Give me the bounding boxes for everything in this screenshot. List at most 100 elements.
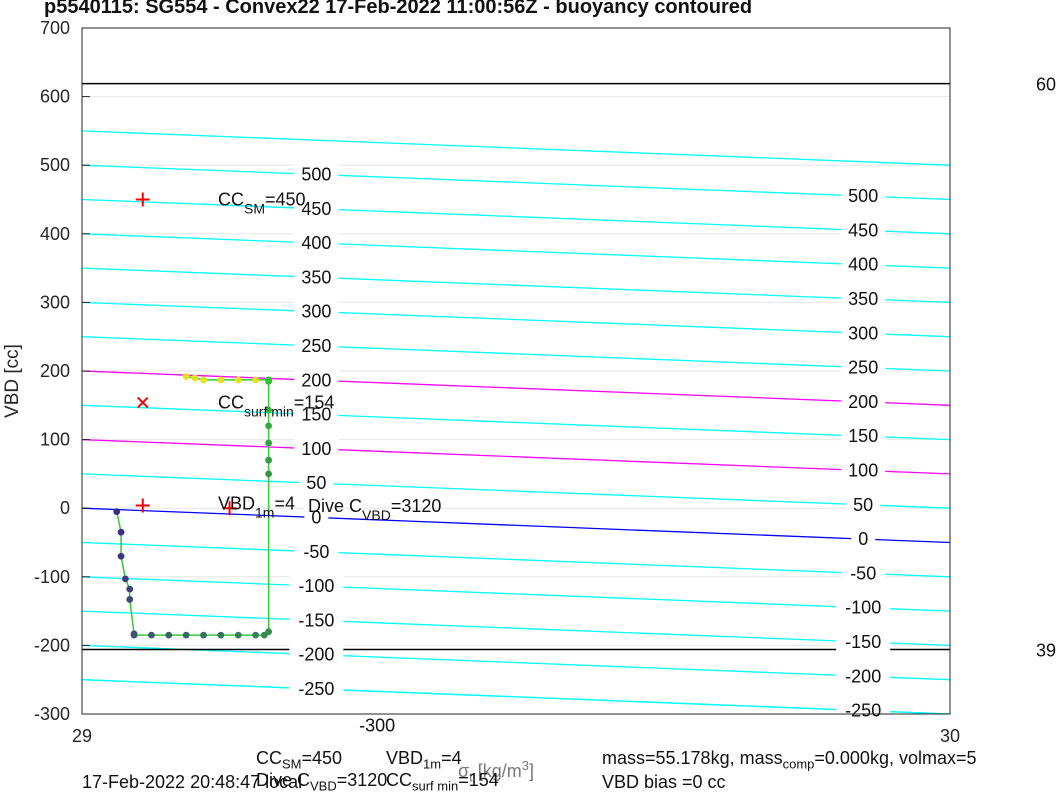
series-point xyxy=(234,631,242,639)
y-tick-label: 500 xyxy=(40,155,70,175)
marker-label-ccsm: CCSM=450 xyxy=(218,190,306,217)
contour-line xyxy=(82,370,950,406)
contour-label-right: 400 xyxy=(848,255,878,275)
chart-stage: p5540115: SG554 - Convex22 17-Feb-2022 1… xyxy=(0,0,1056,796)
footer-vbd1m: VBD1m=4 xyxy=(386,748,462,772)
contour-label-left: 50 xyxy=(306,473,326,493)
series-point xyxy=(117,528,125,536)
series-point xyxy=(265,470,273,478)
y-tick-label: 300 xyxy=(40,292,70,312)
limit-line-label: 60 xyxy=(1036,75,1056,95)
y-tick-label: -100 xyxy=(34,567,70,587)
contour-line xyxy=(82,713,99,714)
series-point xyxy=(265,456,273,464)
contour-label-left: 100 xyxy=(301,439,331,459)
contour-label-left: 450 xyxy=(301,199,331,219)
series-point xyxy=(217,376,225,384)
series-point xyxy=(265,376,273,384)
footer-dive-value: =3120 xyxy=(336,770,388,790)
contour-label-left: -200 xyxy=(298,645,334,665)
series-point xyxy=(265,439,273,447)
contour-line xyxy=(82,507,950,544)
footer-mass-value: =0.000kg, volmax=5 xyxy=(814,748,977,768)
x-tick-label: 30 xyxy=(940,726,960,746)
series-point xyxy=(113,508,121,516)
contour-label-left: 500 xyxy=(301,164,331,184)
series-point xyxy=(252,376,259,384)
footer-ccsurf-label: CC xyxy=(386,770,412,790)
contour-label-left: 250 xyxy=(301,336,331,356)
series-point xyxy=(234,376,242,384)
contour-line xyxy=(82,438,950,475)
limit-line-label: 39 xyxy=(1036,641,1056,661)
footer-ccsurf: CCsurf min=154 xyxy=(386,770,499,794)
series-point xyxy=(117,552,125,560)
contour-label-right: 200 xyxy=(848,392,878,412)
footer-dive-sub: VBD xyxy=(310,778,337,794)
series-point xyxy=(130,631,138,639)
series-point xyxy=(252,631,259,639)
series-point xyxy=(126,596,134,603)
series-point xyxy=(191,374,199,382)
footer-units-sup: 3 xyxy=(521,758,529,773)
footer-mass: mass=55.178kg, masscomp=0.000kg, volmax=… xyxy=(602,748,977,772)
y-tick-label: 400 xyxy=(40,224,70,244)
x-tick-label: 29 xyxy=(72,726,92,746)
contour-label-left: 350 xyxy=(301,267,331,287)
contour-label-right: 450 xyxy=(848,220,878,240)
y-tick-label: 700 xyxy=(40,18,70,38)
contour-label-right: -250 xyxy=(845,701,881,721)
contour-label-right: 500 xyxy=(848,186,878,206)
contour-label-right: 150 xyxy=(848,426,878,446)
contour-label-right: 300 xyxy=(848,323,878,343)
contour-label-left: 400 xyxy=(301,233,331,253)
contour-label-right: 100 xyxy=(848,460,878,480)
y-tick-label: -200 xyxy=(34,635,70,655)
y-tick-label: 200 xyxy=(40,361,70,381)
contour-line xyxy=(82,404,950,441)
series-point xyxy=(165,631,173,639)
footer-ccsm-label: CC xyxy=(256,748,282,768)
contour-line xyxy=(82,576,950,612)
marker-plus xyxy=(135,192,150,207)
contour-label-right: 350 xyxy=(848,289,878,309)
footer-ccsurf-value: =154 xyxy=(458,770,499,790)
contour-label-left: -250 xyxy=(298,679,334,699)
buoyancy-chart: 60 39 -300 -250 -200 -150 -100 -50 0 50 100 150 200… xyxy=(2,18,1056,746)
contour-line xyxy=(82,610,950,647)
contour-line xyxy=(82,198,950,235)
footer-dive-label: Dive C xyxy=(256,770,311,790)
contour-label-right: 0 xyxy=(858,529,868,549)
contour-line xyxy=(82,130,950,166)
y-axis-label: VBD [cc] xyxy=(2,344,23,418)
footer-dive: Dive CVBD=3120 xyxy=(256,770,387,794)
contour-line xyxy=(82,233,950,269)
footer-ccsm-value: =450 xyxy=(301,748,343,768)
series-point xyxy=(182,631,190,639)
contour-label-left: -150 xyxy=(298,610,334,630)
contour-line xyxy=(82,336,950,372)
contour-line xyxy=(82,644,950,681)
series-point xyxy=(122,575,129,583)
footer-mass-sub: comp xyxy=(782,756,815,772)
series-point xyxy=(217,631,225,639)
footer-vbd1m-label: VBD xyxy=(386,748,424,768)
footer-bias: VBD bias =0 cc xyxy=(602,772,726,792)
footer-units-close: ] xyxy=(529,761,535,781)
contour-label-left: 200 xyxy=(301,370,331,390)
contour-label-right: -100 xyxy=(845,598,881,618)
contour-label-left: -50 xyxy=(303,542,329,562)
contour-label-left: -300 xyxy=(359,716,395,736)
footer-ccsm: CCSM=450 xyxy=(256,748,342,772)
contour-line xyxy=(82,679,950,714)
marker-x xyxy=(137,396,149,409)
series-point xyxy=(182,373,190,380)
contour-label-left: 300 xyxy=(301,302,331,322)
contour-label-right: 50 xyxy=(853,495,873,515)
series-point xyxy=(148,631,155,639)
series-point xyxy=(265,422,273,430)
series-point xyxy=(126,585,134,593)
contour-label-right: -150 xyxy=(845,632,881,652)
contour-label-right: -50 xyxy=(850,563,876,583)
y-tick-label: -300 xyxy=(34,704,70,724)
